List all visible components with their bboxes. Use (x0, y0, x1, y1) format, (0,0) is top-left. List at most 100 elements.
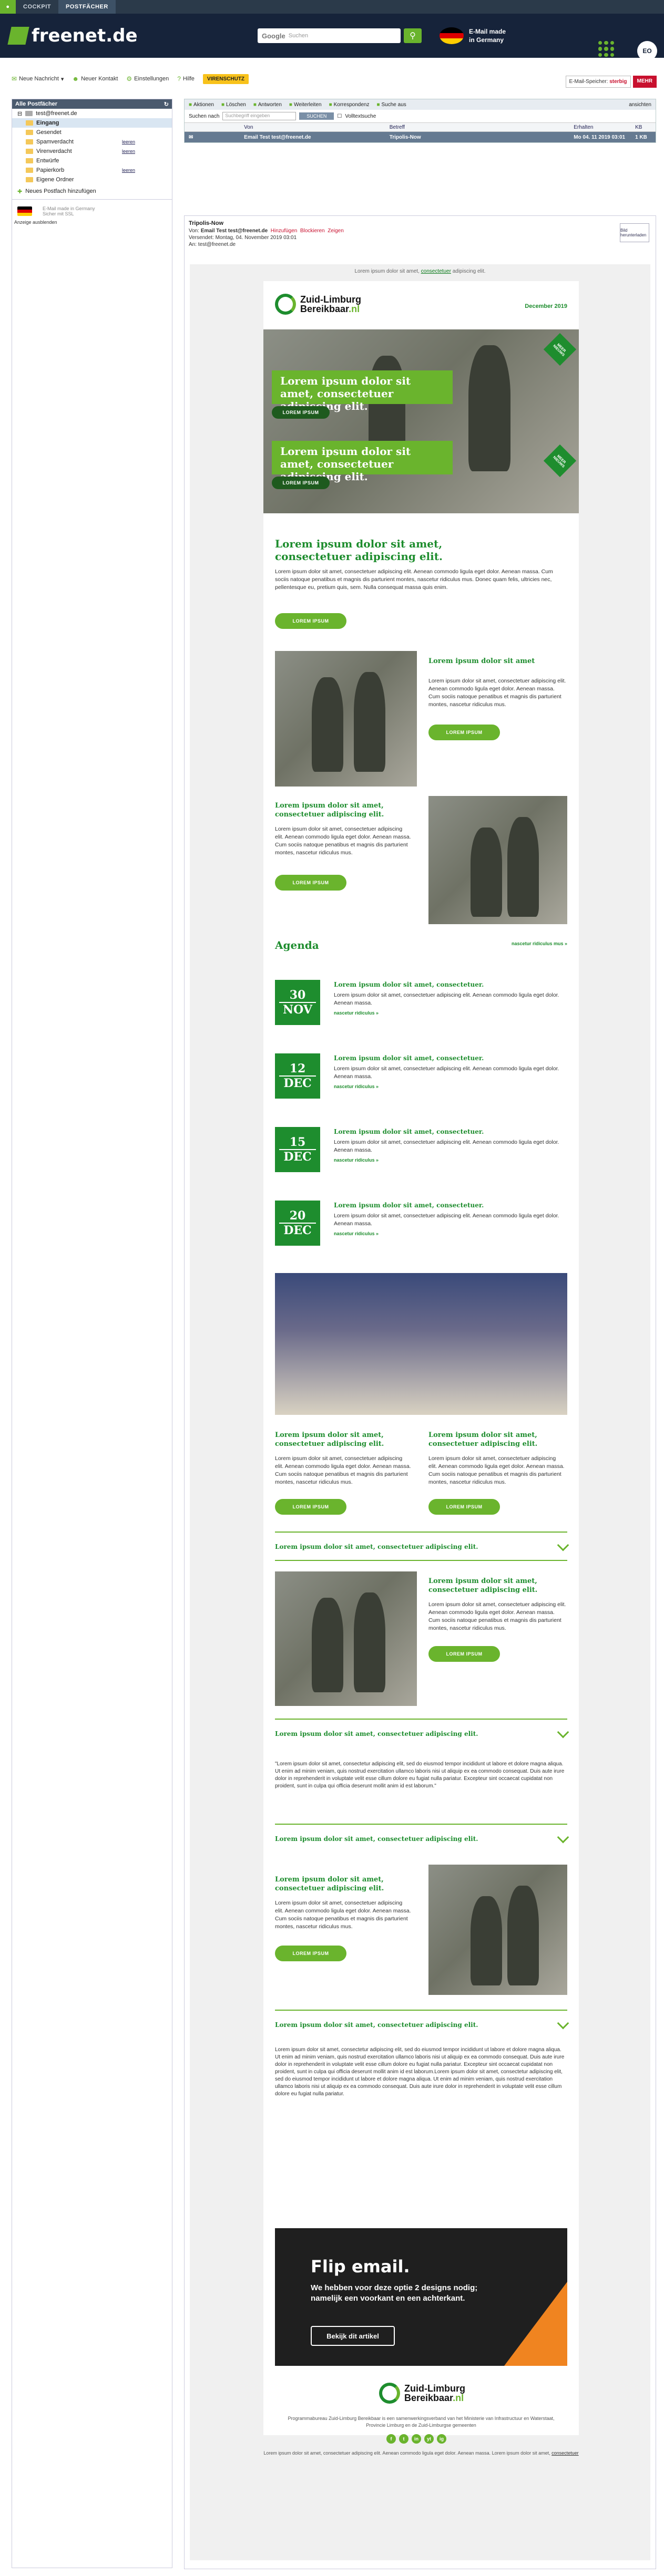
search-button[interactable]: ⚲ (404, 28, 422, 43)
social-icon-ig[interactable]: ig (437, 2434, 446, 2444)
empty-folder-link[interactable]: leeren (122, 149, 135, 154)
col1-button[interactable]: LOREM IPSUM (275, 1499, 346, 1515)
fulltext-checkbox[interactable]: ☐ (337, 113, 342, 119)
date-month: DEC (283, 1077, 312, 1090)
empty-folder-link[interactable]: leeren (122, 168, 135, 173)
block2-title: Lorem ipsum dolor sit amet, consectetuer… (275, 802, 384, 819)
chevron-down-icon[interactable] (557, 1539, 569, 1551)
preheader: Lorem ipsum dolor sit amet, consectetuer… (190, 264, 650, 278)
event-more-link[interactable]: nascetur ridiculus » (334, 1231, 379, 1236)
folder-item[interactable]: Entwürfe (12, 156, 172, 165)
tab-cockpit[interactable]: COCKPIT (16, 0, 58, 14)
list-toolbar-item[interactable]: ■ Suche aus (376, 102, 406, 108)
social-icon-t[interactable]: t (399, 2434, 408, 2444)
list-toolbar-item[interactable]: ■ Löschen (221, 102, 246, 108)
help-button[interactable]: ? Hilfe (177, 75, 195, 82)
chevron-down-icon[interactable] (557, 2017, 569, 2030)
german-flag-icon (440, 27, 464, 44)
accordion3-button[interactable]: LOREM IPSUM (275, 1946, 346, 1961)
storage-indicator[interactable]: E-Mail-Speicher: sterbig (565, 76, 631, 88)
expand-icon[interactable]: ⊟ (17, 110, 22, 117)
freenet-logo[interactable]: freenet.de (7, 25, 138, 46)
new-message-button[interactable]: ✉ Neue Nachricht ▾ (12, 75, 64, 82)
brand-logo[interactable]: Zuid-Limburg Bereikbaar.nl (275, 294, 361, 315)
block-link[interactable]: Blockieren (300, 228, 325, 234)
accordion3-subtitle: Lorem ipsum dolor sit amet, consectetuer… (275, 1876, 384, 1892)
hero2-button[interactable]: LOREM IPSUM (272, 477, 330, 489)
tab-postfaecher[interactable]: POSTFÄCHER (58, 0, 116, 14)
accordion3-photo (428, 1865, 567, 1995)
folder-item[interactable]: Spamverdacht leeren (12, 137, 172, 147)
list-toolbar-label: Antworten (258, 101, 282, 108)
date-month: NOV (283, 1003, 312, 1017)
add-mailbox-button[interactable]: ✚ Neues Postfach hinzufügen (12, 187, 172, 196)
block1-button[interactable]: LOREM IPSUM (428, 725, 500, 740)
folder-item[interactable]: Gesendet (12, 128, 172, 137)
list-toolbar-item[interactable]: ■ Antworten (253, 102, 282, 108)
agenda-more-link[interactable]: nascetur ridiculus mus » (512, 941, 567, 946)
event-more-link[interactable]: nascetur ridiculus » (334, 1010, 379, 1016)
hero1-button[interactable]: LOREM IPSUM (272, 406, 330, 419)
column-header[interactable]: KB (635, 125, 656, 130)
social-icon-yt[interactable]: yt (424, 2434, 434, 2444)
intro-button[interactable]: LOREM IPSUM (275, 613, 346, 629)
virus-protection-button[interactable]: VIRENSCHUTZ (202, 74, 249, 84)
more-button[interactable]: MEHR (632, 76, 657, 88)
column-header[interactable]: Betreff (390, 125, 574, 130)
hero2-title: Lorem ipsum dolor sit amet, consectetuer… (272, 441, 453, 483)
hide-ads-link[interactable]: Anzeige ausblenden (12, 220, 172, 225)
table-row[interactable]: ✉ Email Test test@freenet.de Tripolis-Now M… (185, 132, 656, 142)
list-toolbar-item[interactable]: ■ Weiterleiten (289, 102, 322, 108)
mail-icon: ✉ (189, 134, 193, 140)
folder-item[interactable]: Eingang (12, 118, 172, 128)
apps-grid-icon[interactable] (598, 41, 614, 57)
chevron-down-icon[interactable] (557, 1726, 569, 1739)
social-icon-f[interactable]: f (386, 2434, 396, 2444)
accordion1-title[interactable]: Lorem ipsum dolor sit amet, consectetuer… (275, 1543, 478, 1550)
settings-button[interactable]: ⚙ Einstellungen (126, 75, 169, 82)
block1-photo (275, 651, 417, 787)
view-options[interactable]: ansichten (629, 102, 651, 108)
bottom-link[interactable]: consectetuer (551, 2450, 579, 2456)
accordion2-title[interactable]: Lorem ipsum dolor sit amet, consectetuer… (275, 1730, 478, 1737)
chevron-down-icon[interactable] (557, 1831, 569, 1844)
flip-button[interactable]: Bekijk dit artikel (311, 2326, 395, 2346)
folder-item[interactable]: Virenverdacht leeren (12, 147, 172, 156)
folder-item[interactable]: Papierkorb leeren (12, 165, 172, 175)
show-link[interactable]: Zeigen (328, 228, 344, 234)
date-day: 12 (279, 1062, 316, 1077)
refresh-icon[interactable]: ↻ (164, 101, 169, 108)
toolbar-icon: ■ (221, 101, 225, 108)
preheader-link[interactable]: consectetuer (421, 268, 451, 274)
accordion4-title[interactable]: Lorem ipsum dolor sit amet, consectetuer… (275, 2021, 478, 2029)
flip-email-banner: Flip email. We hebben voor deze optie 2 … (275, 2228, 567, 2366)
accordion1-button[interactable]: LOREM IPSUM (428, 1646, 500, 1662)
accordion3-title[interactable]: Lorem ipsum dolor sit amet, consectetuer… (275, 1835, 478, 1843)
column-header[interactable]: Von (244, 125, 390, 130)
col2-button[interactable]: LOREM IPSUM (428, 1499, 500, 1515)
new-contact-button[interactable]: ☻ Neuer Kontakt (72, 75, 118, 82)
date-tile: 30 NOV (275, 980, 320, 1025)
event-more-link[interactable]: nascetur ridiculus » (334, 1084, 379, 1089)
download-images-button[interactable]: Bild herunterladen (620, 223, 649, 242)
home-icon[interactable]: ● (0, 0, 16, 14)
folder-item[interactable]: Eigene Ordner (12, 175, 172, 184)
sidebar-ad[interactable]: E-Mail made in Germany Sicher mit SSL (12, 203, 172, 220)
avatar[interactable]: EO (637, 41, 657, 61)
social-icon-in[interactable]: in (412, 2434, 421, 2444)
list-toolbar-item[interactable]: ■ Aktionen (189, 102, 214, 108)
list-toolbar-item[interactable]: ■ Korrespondenz (329, 102, 370, 108)
block2-photo (428, 796, 567, 924)
column-header[interactable]: Erhalten (574, 125, 635, 130)
add-contact-link[interactable]: Hinzufügen (271, 228, 298, 234)
event-more-link[interactable]: nascetur ridiculus » (334, 1157, 379, 1163)
date-month: DEC (283, 1224, 312, 1237)
footer-logo[interactable]: Zuid-Limburg Bereikbaar.nl (379, 2383, 465, 2404)
empty-folder-link[interactable]: leeren (122, 139, 135, 144)
account-row[interactable]: ⊟ test@freenet.de (12, 109, 172, 118)
mail-search-button[interactable]: SUCHEN (299, 112, 334, 120)
search-input[interactable]: Google Suchen (258, 28, 401, 43)
mail-search-input[interactable]: Suchbegriff eingeben (222, 112, 297, 120)
block2-button[interactable]: LOREM IPSUM (275, 875, 346, 891)
orange-corner (504, 2282, 567, 2366)
